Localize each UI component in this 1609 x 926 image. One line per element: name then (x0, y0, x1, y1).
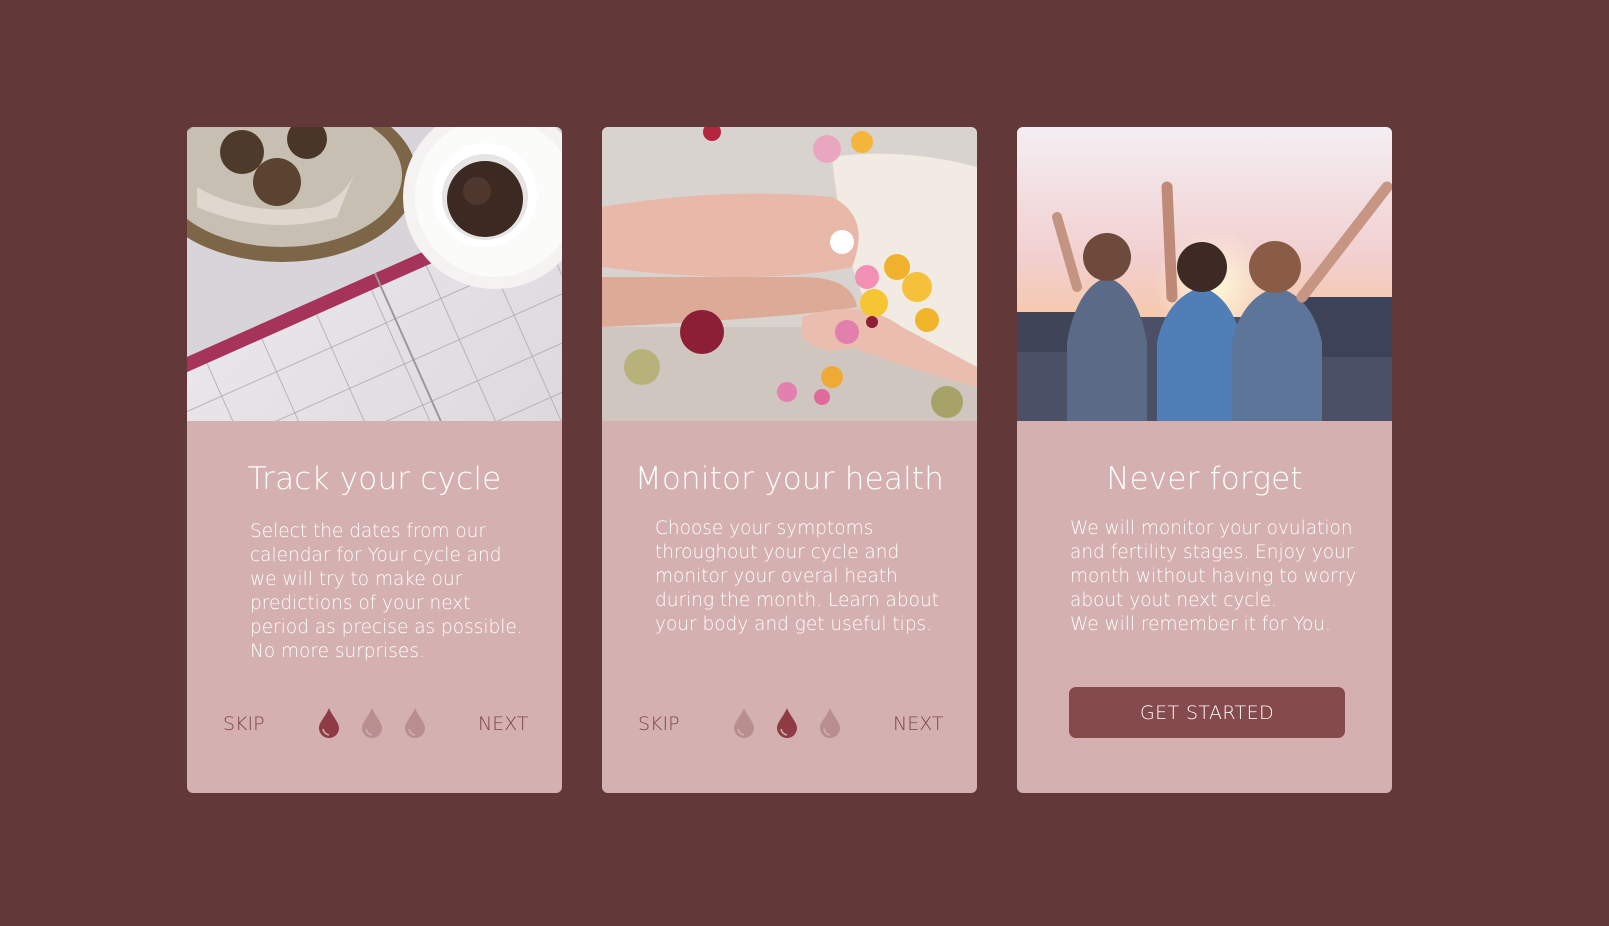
card-title: Monitor your health (634, 461, 945, 497)
description-line: We will remember it for You. (1070, 614, 1331, 635)
friends-sunset-image (1017, 127, 1392, 421)
card-title: Track your cycle (247, 461, 502, 497)
description-line: month without having to worry (1070, 566, 1357, 587)
description-line: and fertility stages. Enjoy your (1070, 542, 1354, 563)
card-description: Choose your symptoms throughout your cyc… (655, 517, 939, 637)
get-started-button[interactable]: GET STARTED (1069, 687, 1345, 738)
description-line: throughout your cycle and (655, 542, 900, 563)
description-line: during the month. Learn about (655, 590, 939, 611)
onboarding-card-track: Track your cycle Select the dates from o… (187, 127, 562, 793)
drop-icon[interactable] (360, 707, 384, 739)
description-line: we will try to make our (250, 569, 463, 590)
skip-button[interactable]: SKIP (223, 713, 265, 735)
drop-icon[interactable] (732, 707, 756, 739)
card-description: We will monitor your ovulation and ferti… (1070, 517, 1356, 637)
description-line: period as precise as possible. (250, 617, 523, 638)
card-title: Never forget (1106, 461, 1303, 497)
flowers-bath-illustration (602, 127, 977, 421)
next-button[interactable]: NEXT (478, 713, 529, 735)
description-line: calendar for Your cycle and (250, 545, 502, 566)
onboarding-card-reminder: Never forget We will monitor your ovulat… (1017, 127, 1392, 793)
onboarding-card-monitor: Monitor your health Choose your symptoms… (602, 127, 977, 793)
drop-icon[interactable] (818, 707, 842, 739)
pagination-dots (317, 707, 427, 739)
description-line: No more surprises. (250, 641, 425, 662)
description-line: We will monitor your ovulation (1070, 518, 1353, 539)
skip-button[interactable]: SKIP (638, 713, 680, 735)
calendar-coffee-image (187, 127, 562, 421)
calendar-coffee-illustration (187, 127, 562, 421)
card-description: Select the dates from our calendar for Y… (250, 520, 523, 664)
description-line: your body and get useful tips. (655, 614, 933, 635)
flowers-bath-image (602, 127, 977, 421)
description-line: monitor your overal heath (655, 566, 898, 587)
description-line: Select the dates from our (250, 521, 487, 542)
description-line: predictions of your next (250, 593, 471, 614)
drop-icon[interactable] (403, 707, 427, 739)
drop-icon-active[interactable] (775, 707, 799, 739)
description-line: Choose your symptoms (655, 518, 874, 539)
pagination-dots (732, 707, 842, 739)
next-button[interactable]: NEXT (893, 713, 944, 735)
description-line: about yout next cycle. (1070, 590, 1277, 611)
friends-sunset-illustration (1017, 127, 1392, 421)
drop-icon-active[interactable] (317, 707, 341, 739)
